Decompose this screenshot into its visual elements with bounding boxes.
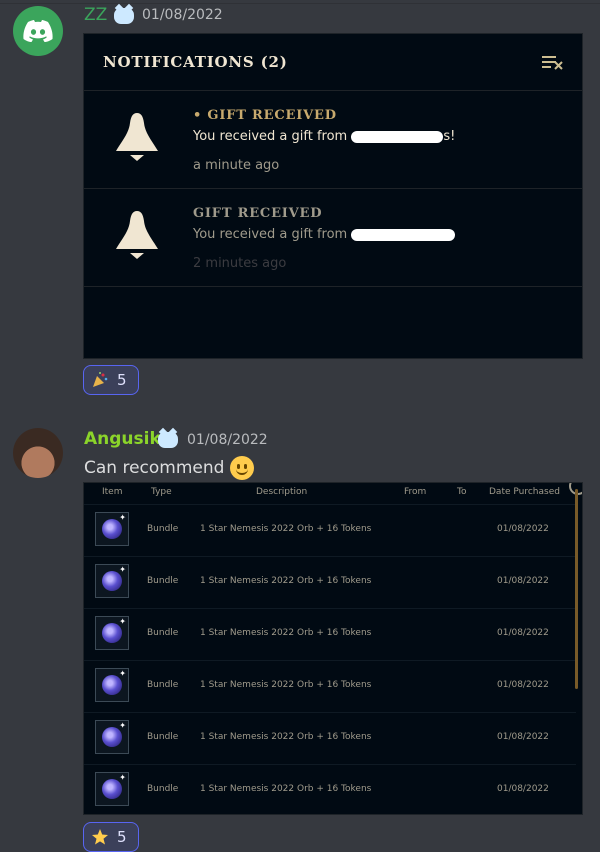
divider	[84, 286, 582, 287]
notifications-title: NOTIFICATIONS (2)	[103, 53, 288, 71]
cell-type: Bundle	[147, 680, 179, 690]
star-icon	[92, 829, 108, 845]
message-content: Can recommend	[84, 458, 225, 478]
star-icon: ✦	[119, 565, 126, 574]
header-type: Type	[151, 487, 172, 497]
cell-description: 1 Star Nemesis 2022 Orb + 16 Tokens	[200, 524, 372, 534]
bell-icon	[116, 211, 158, 259]
bell-icon	[116, 113, 158, 161]
notification-item[interactable]: GIFT RECEIVED You received a gift from 2…	[84, 189, 582, 286]
orb-icon	[102, 571, 122, 591]
orb-thumbnail: ✦	[95, 720, 129, 754]
notification-body: You received a gift from s!	[193, 129, 455, 144]
cell-description: 1 Star Nemesis 2022 Orb + 16 Tokens	[200, 732, 372, 742]
user-avatar[interactable]	[13, 428, 63, 478]
star-icon: ✦	[119, 721, 126, 730]
cell-description: 1 Star Nemesis 2022 Orb + 16 Tokens	[200, 576, 372, 586]
cell-description: 1 Star Nemesis 2022 Orb + 16 Tokens	[200, 784, 372, 794]
cat-badge-icon	[114, 8, 134, 24]
star-icon: ✦	[119, 513, 126, 522]
table-row[interactable]: ✦ Bundle 1 Star Nemesis 2022 Orb + 16 To…	[84, 660, 576, 713]
discord-icon	[23, 20, 53, 42]
orb-thumbnail: ✦	[95, 512, 129, 546]
table-row[interactable]: ✦ Bundle 1 Star Nemesis 2022 Orb + 16 To…	[84, 712, 576, 765]
notification-body: You received a gift from	[193, 227, 456, 242]
star-icon: ✦	[119, 773, 126, 782]
cell-date: 01/08/2022	[497, 576, 549, 586]
cell-date: 01/08/2022	[497, 784, 549, 794]
star-icon: ✦	[119, 617, 126, 626]
orb-icon	[102, 623, 122, 643]
cell-type: Bundle	[147, 576, 179, 586]
table-row[interactable]: ✦ Bundle 1 Star Nemesis 2022 Orb + 16 To…	[84, 764, 576, 814]
cat-badge-icon	[158, 432, 178, 448]
notification-item[interactable]: • GIFT RECEIVED You received a gift from…	[84, 91, 582, 188]
orb-thumbnail: ✦	[95, 772, 129, 806]
orb-icon	[102, 779, 122, 799]
scrollbar[interactable]	[575, 489, 578, 689]
cell-date: 01/08/2022	[497, 680, 549, 690]
redaction-mark	[351, 228, 456, 241]
orb-thumbnail: ✦	[95, 668, 129, 702]
notification-time: a minute ago	[193, 158, 280, 173]
orb-thumbnail: ✦	[95, 564, 129, 598]
reaction-button[interactable]: 5	[83, 822, 139, 852]
reaction-button[interactable]: 5	[83, 365, 139, 395]
discord-logo-avatar[interactable]	[13, 6, 63, 56]
username[interactable]: ZZ	[84, 5, 107, 25]
cell-date: 01/08/2022	[497, 524, 549, 534]
timestamp: 01/08/2022	[142, 7, 223, 23]
cell-type: Bundle	[147, 784, 179, 794]
divider	[0, 3, 600, 4]
notifications-panel: NOTIFICATIONS (2) • GIFT RECEIVED You re…	[83, 33, 583, 359]
orb-icon	[102, 727, 122, 747]
cell-description: 1 Star Nemesis 2022 Orb + 16 Tokens	[200, 628, 372, 638]
notification-body-text: You received a gift from	[193, 129, 352, 144]
cell-date: 01/08/2022	[497, 628, 549, 638]
orb-icon	[102, 675, 122, 695]
notification-heading: • GIFT RECEIVED	[193, 108, 337, 123]
table-row[interactable]: ✦ Bundle 1 Star Nemesis 2022 Orb + 16 To…	[84, 504, 576, 557]
table-row[interactable]: ✦ Bundle 1 Star Nemesis 2022 Orb + 16 To…	[84, 608, 576, 661]
clear-all-icon[interactable]	[542, 54, 564, 70]
header-from: From	[404, 487, 427, 497]
cell-description: 1 Star Nemesis 2022 Orb + 16 Tokens	[200, 680, 372, 690]
cell-type: Bundle	[147, 732, 179, 742]
message-text: Can recommend	[84, 456, 255, 480]
notification-heading: GIFT RECEIVED	[193, 206, 323, 221]
reaction-count: 5	[117, 828, 127, 846]
table-row[interactable]: ✦ Bundle 1 Star Nemesis 2022 Orb + 16 To…	[84, 556, 576, 609]
header-description: Description	[256, 487, 308, 497]
reaction-count: 5	[117, 371, 127, 389]
orb-thumbnail: ✦	[95, 616, 129, 650]
cell-date: 01/08/2022	[497, 732, 549, 742]
star-icon: ✦	[119, 669, 126, 678]
purchase-history-table: Item Type Description From To Date Purch…	[83, 482, 583, 815]
cell-type: Bundle	[147, 628, 179, 638]
username[interactable]: Angusik	[84, 429, 161, 449]
header-item: Item	[102, 487, 123, 497]
notification-time: 2 minutes ago	[193, 256, 287, 271]
redaction-mark	[351, 130, 444, 143]
notification-body-text: You received a gift from	[193, 227, 352, 242]
header-date: Date Purchased	[489, 487, 560, 497]
orb-icon	[102, 519, 122, 539]
slight-smile-emoji-icon	[230, 456, 255, 480]
timestamp: 01/08/2022	[187, 432, 268, 448]
notification-body-end: s!	[443, 129, 456, 144]
party-popper-icon	[93, 372, 108, 387]
header-to: To	[457, 487, 467, 497]
cell-type: Bundle	[147, 524, 179, 534]
